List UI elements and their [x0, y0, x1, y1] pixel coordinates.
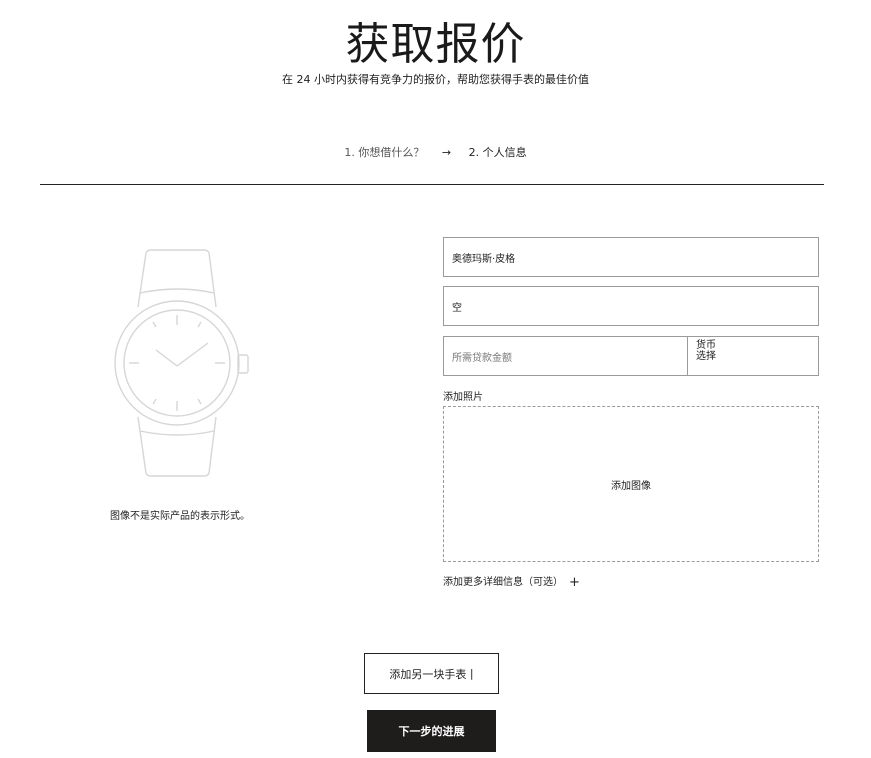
add-watch-label: 添加另一块手表 — [389, 667, 467, 681]
add-photo-label: 添加照片 — [443, 392, 483, 403]
next-step-label: 下一步的进展 — [398, 725, 465, 738]
currency-value: 选择 — [696, 351, 716, 362]
loan-amount-input[interactable]: 所需贷款金额 — [443, 336, 688, 376]
currency-select[interactable]: 货币 选择 — [687, 336, 819, 376]
divider — [40, 184, 824, 185]
watch-outline-icon — [114, 249, 249, 477]
next-step-button[interactable]: 下一步的进展 — [367, 710, 496, 752]
image-disclaimer: 图像不是实际产品的表示形式。 — [110, 511, 250, 522]
page-subtitle: 在 24 小时内获得有竞争力的报价，帮助您获得手表的最佳价值 — [282, 73, 589, 86]
page-title: 获取报价 — [345, 19, 526, 70]
step-2: 2. 个人信息 — [468, 146, 527, 159]
add-another-watch-button[interactable]: 添加另一块手表 | — [364, 653, 499, 694]
brand-field[interactable]: 奥德玛斯·皮格 — [443, 237, 819, 277]
dropzone-text: 添加图像 — [611, 480, 651, 492]
model-value: 空 — [452, 302, 462, 314]
more-details-label: 添加更多详细信息（可选） — [443, 577, 563, 588]
step-arrow-icon: → — [441, 146, 452, 159]
text-cursor-icon: | — [469, 667, 474, 680]
loan-amount-placeholder: 所需贷款金额 — [452, 352, 512, 364]
more-details-toggle[interactable]: 添加更多详细信息（可选） + — [443, 573, 580, 590]
step-1[interactable]: 1. 你想借什么？ — [344, 146, 424, 159]
plus-icon: + — [569, 575, 580, 590]
brand-value: 奥德玛斯·皮格 — [452, 253, 516, 265]
model-field[interactable]: 空 — [443, 286, 819, 326]
currency-label: 货币 — [696, 340, 716, 351]
image-dropzone[interactable]: 添加图像 — [443, 406, 819, 562]
step-indicator: 1. 你想借什么？ → 2. 个人信息 — [0, 144, 871, 160]
